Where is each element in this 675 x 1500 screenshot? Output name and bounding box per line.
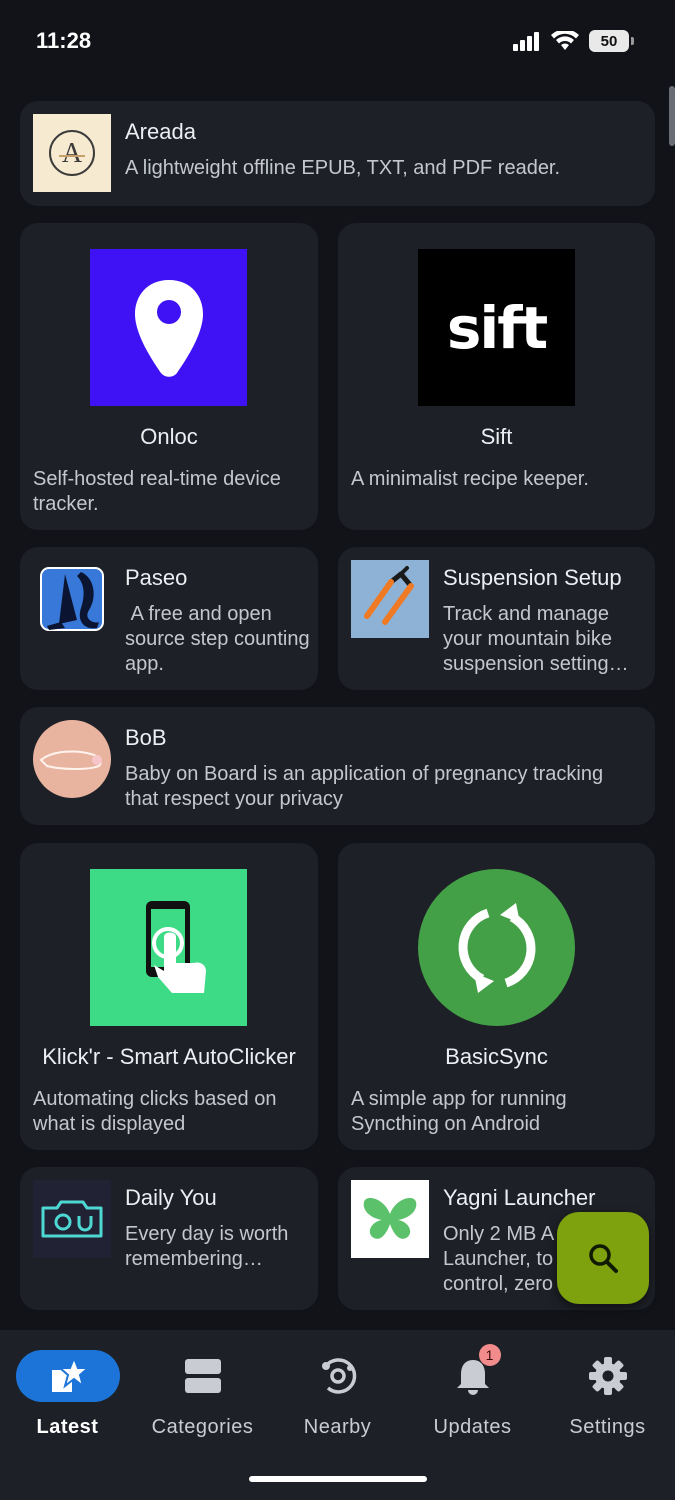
battery-indicator: 50 — [589, 30, 634, 52]
app-title: Yagni Launcher — [443, 1185, 596, 1210]
app-description: A simple app for running Syncthing on An… — [351, 1088, 567, 1135]
app-title: Klick'r - Smart AutoClicker — [42, 1044, 296, 1069]
app-description: Self-hosted real-time device tracker. — [33, 468, 281, 515]
nav-item-latest[interactable]: Latest — [0, 1330, 135, 1450]
app-card-suspension-setup[interactable]: Suspension Setup Track and manage your m… — [338, 547, 655, 690]
app-description: Every day is worth remembering… — [125, 1223, 289, 1270]
bottom-navigation: Latest Categories Nearby 1 Updates Setti… — [0, 1330, 675, 1500]
nav-label: Updates — [433, 1416, 512, 1438]
scrollbar[interactable] — [669, 86, 675, 146]
app-title: Sift — [480, 424, 513, 449]
nav-label: Settings — [569, 1416, 646, 1438]
app-card-onloc[interactable]: Onloc Self-hosted real-time device track… — [20, 223, 318, 530]
updates-count-badge: 1 — [478, 1344, 501, 1366]
bob-app-icon — [33, 720, 111, 798]
nav-label: Nearby — [303, 1416, 372, 1438]
nav-latest-indicator — [15, 1350, 120, 1402]
app-title: Paseo — [125, 565, 188, 590]
app-description: Automating clicks based on what is displ… — [33, 1088, 277, 1135]
app-description: A lightweight offline EPUB, TXT, and PDF… — [125, 157, 561, 179]
app-card-paseo[interactable]: Paseo A free and open source step counti… — [20, 547, 318, 690]
nav-item-nearby[interactable]: Nearby — [270, 1330, 405, 1450]
gear-icon — [588, 1357, 627, 1395]
categories-icon — [184, 1359, 221, 1393]
app-card-daily-you[interactable]: Daily You Every day is worth remembering… — [20, 1167, 318, 1310]
status-time: 11:28 — [36, 28, 92, 53]
sift-app-icon: sift — [418, 249, 575, 406]
signal-icon — [513, 32, 539, 51]
basicsync-app-icon — [418, 869, 575, 1026]
nearby-icon — [321, 1358, 356, 1394]
app-description: A minimalist recipe keeper. — [351, 468, 589, 490]
dailyyou-app-icon — [33, 1180, 111, 1258]
app-card-basicsync[interactable]: BasicSync A simple app for running Synct… — [338, 843, 655, 1150]
app-card-areada[interactable]: A Areada A lightweight offline EPUB, TXT… — [20, 101, 655, 206]
app-description: Track and manage your mountain bike susp… — [443, 603, 629, 675]
yagni-app-icon — [351, 1180, 429, 1258]
app-card-sift[interactable]: sift Sift A minimalist recipe keeper. — [338, 223, 655, 530]
star-box-icon — [51, 1356, 88, 1392]
paseo-app-icon — [33, 560, 111, 638]
app-title: BoB — [125, 725, 167, 750]
search-icon — [589, 1244, 618, 1273]
app-title: Daily You — [125, 1185, 217, 1210]
wifi-icon — [551, 31, 579, 50]
nav-label: Categories — [151, 1416, 254, 1438]
search-fab[interactable] — [557, 1212, 649, 1304]
nav-label: Latest — [36, 1416, 99, 1438]
app-description: Baby on Board is an application of pregn… — [125, 763, 604, 810]
suspension-app-icon — [351, 560, 429, 638]
nav-item-settings[interactable]: Settings — [540, 1330, 675, 1450]
app-title: Areada — [125, 119, 196, 144]
app-card-klickr[interactable]: Klick'r - Smart AutoClicker Automating c… — [20, 843, 318, 1150]
onloc-app-icon — [90, 249, 247, 406]
app-description: A free and open source step counting app… — [125, 603, 310, 675]
nav-item-updates[interactable]: 1 Updates — [405, 1330, 540, 1450]
app-card-bob[interactable]: BoB Baby on Board is an application of p… — [20, 707, 655, 825]
sift-logo-text: sift — [446, 293, 548, 362]
app-title: Onloc — [140, 424, 198, 449]
klickr-app-icon — [90, 869, 247, 1026]
home-indicator[interactable] — [249, 1476, 427, 1482]
status-bar: 11:28 50 — [0, 0, 675, 80]
app-title: Suspension Setup — [443, 565, 622, 590]
app-title: BasicSync — [445, 1044, 548, 1069]
status-icons: 50 — [513, 30, 634, 52]
nav-item-categories[interactable]: Categories — [135, 1330, 270, 1450]
areada-app-icon: A — [33, 114, 111, 192]
svg-text:A: A — [62, 138, 83, 169]
